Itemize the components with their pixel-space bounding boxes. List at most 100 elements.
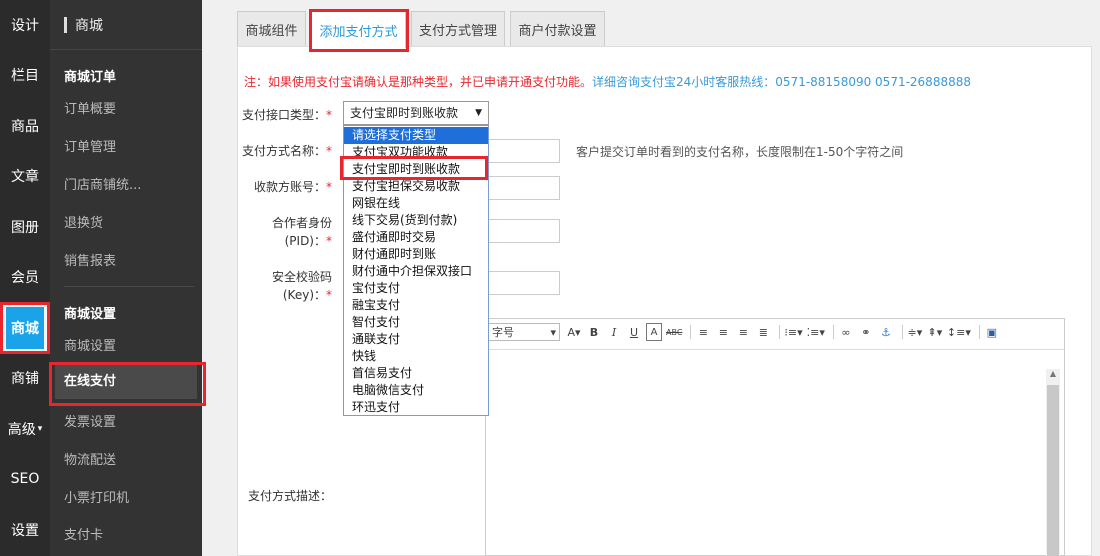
submenu-item-online-payment[interactable]: 在线支付: [55, 365, 197, 399]
option-dinpay[interactable]: 智付支付: [344, 314, 488, 331]
alipay-notice: 注：如果使用支付宝请确认是那种类型，并已申请开通支付功能。详细咨询支付宝24小时…: [244, 73, 971, 90]
toolbar-separator: [978, 325, 980, 339]
payment-type-label: 支付接口类型：*: [241, 108, 332, 122]
rail-label: 设计: [11, 18, 39, 34]
payment-name-label: 支付方式名称：*: [241, 144, 332, 158]
ordered-list-icon[interactable]: ⁝≡▾: [784, 323, 802, 341]
option-allinpay[interactable]: 通联支付: [344, 331, 488, 348]
toolbar-separator: [690, 325, 692, 339]
font-size-select[interactable]: 字号 ▾: [488, 323, 560, 341]
toolbar-separator: [779, 325, 781, 339]
bold-icon[interactable]: B: [586, 323, 602, 341]
underline-icon[interactable]: U: [626, 323, 642, 341]
scrollbar-thumb[interactable]: [1047, 385, 1059, 556]
option-wechat-pc[interactable]: 电脑微信支付: [344, 382, 488, 399]
caret-down-icon: ▾: [37, 424, 43, 434]
rail-item-column[interactable]: 栏目: [0, 50, 50, 100]
option-ips[interactable]: 环迅支付: [344, 399, 488, 416]
unordered-list-icon[interactable]: ⁚≡▾: [807, 323, 825, 341]
submenu-item-invoice[interactable]: 发票设置: [64, 411, 194, 430]
chevron-down-icon: ▼: [475, 108, 482, 118]
rail-label: 图册: [11, 220, 39, 236]
option-alipay-instant[interactable]: 支付宝即时到账收款: [344, 161, 488, 178]
strikethrough-icon[interactable]: ABC: [666, 323, 682, 341]
option-placeholder[interactable]: 请选择支付类型: [344, 127, 488, 144]
submenu-header: 商城: [50, 0, 202, 50]
option-tenpay-instant[interactable]: 财付通即时到账: [344, 246, 488, 263]
rich-text-editor[interactable]: 字号 ▾ A▾ B I U A ABC ≡ ≡ ≡ ≣ ⁝≡▾ ⁚≡▾ ∞ ⚭ ⚓…: [485, 318, 1065, 556]
toolbar-separator: [832, 325, 834, 339]
tab-merchant-payment[interactable]: 商户付款设置: [510, 11, 605, 47]
key-label: 安全校验码 (Key)：*: [271, 270, 332, 302]
description-label: 支付方式描述：: [247, 489, 332, 503]
submenu-item-order-overview[interactable]: 订单概要: [64, 98, 194, 117]
rail-item-shop[interactable]: 商城: [0, 303, 50, 353]
notice-warning: 注：如果使用支付宝请确认是那种类型，并已申请开通支付功能。: [244, 75, 593, 89]
indent-icon[interactable]: ≑▾: [907, 323, 923, 341]
submenu-item-sales-report[interactable]: 销售报表: [64, 250, 194, 269]
rail-item-album[interactable]: 图册: [0, 202, 50, 252]
payment-name-hint: 客户提交订单时看到的支付名称，长度限制在1-50个字符之间: [576, 145, 904, 159]
rail-item-article[interactable]: 文章: [0, 151, 50, 201]
submenu-item-order-manage[interactable]: 订单管理: [64, 136, 194, 155]
link-icon[interactable]: ∞: [838, 323, 854, 341]
payment-type-select[interactable]: 支付宝即时到账收款 ▼: [343, 101, 489, 125]
submenu-item-returns[interactable]: 退换货: [64, 212, 194, 231]
submenu-divider: [64, 286, 194, 287]
option-shengpay[interactable]: 盛付通即时交易: [344, 229, 488, 246]
rail-item-seo[interactable]: SEO: [0, 454, 50, 504]
rail-label: SEO: [10, 471, 40, 487]
rail-label: 商品: [11, 119, 39, 135]
scroll-up-icon[interactable]: ▲: [1046, 369, 1060, 383]
icon-rail: 设计 栏目 商品 文章 图册 会员 商城 商铺 高级 ▾ SEO 设置: [0, 0, 50, 556]
editor-body[interactable]: [486, 349, 1064, 555]
unlink-icon[interactable]: ⚭: [858, 323, 874, 341]
editor-scrollbar[interactable]: ▲: [1046, 369, 1060, 556]
pid-label: 合作者身份 (PID)：*: [271, 216, 332, 248]
italic-icon[interactable]: I: [606, 323, 622, 341]
rail-item-design[interactable]: 设计: [0, 0, 50, 50]
option-reapal[interactable]: 融宝支付: [344, 297, 488, 314]
anchor-icon[interactable]: ⚓: [878, 323, 894, 341]
rail-label: 商城: [6, 307, 44, 349]
option-chinabank[interactable]: 网银在线: [344, 195, 488, 212]
rail-item-product[interactable]: 商品: [0, 101, 50, 151]
align-center-icon[interactable]: ≡: [715, 323, 731, 341]
option-tenpay-escrow[interactable]: 财付通中介担保双接口: [344, 263, 488, 280]
align-left-icon[interactable]: ≡: [695, 323, 711, 341]
submenu: 商城 商城订单 订单概要 订单管理 门店商铺统... 退换货 销售报表 商城设置…: [50, 0, 202, 556]
option-99bill[interactable]: 快钱: [344, 348, 488, 365]
submenu-item-receipt-printer[interactable]: 小票打印机: [64, 487, 194, 506]
tab-add-payment[interactable]: 添加支付方式: [311, 11, 406, 48]
submenu-item-store-stats[interactable]: 门店商铺统...: [64, 174, 194, 193]
tab-shop-components[interactable]: 商城组件: [237, 11, 306, 47]
required-mark: *: [326, 180, 332, 194]
option-alipay-dual[interactable]: 支付宝双功能收款: [344, 144, 488, 161]
notice-hotline: 详细咨询支付宝24小时客服热线：0571-88158090 0571-26888…: [592, 75, 971, 89]
option-offline-cod[interactable]: 线下交易(货到付款): [344, 212, 488, 229]
align-justify-icon[interactable]: ≣: [755, 323, 771, 341]
rail-item-member[interactable]: 会员: [0, 252, 50, 302]
rail-label: 高级: [7, 422, 36, 438]
submenu-item-logistics[interactable]: 物流配送: [64, 449, 194, 468]
submenu-item-shop-settings[interactable]: 商城设置: [64, 335, 194, 354]
align-right-icon[interactable]: ≡: [735, 323, 751, 341]
rail-item-advanced[interactable]: 高级 ▾: [0, 404, 50, 454]
required-mark: *: [326, 144, 332, 158]
font-color-icon[interactable]: A▾: [566, 323, 582, 341]
toolbar-separator: [901, 325, 903, 339]
line-height-icon[interactable]: ↕≡▾: [947, 323, 971, 341]
submenu-item-pay-card[interactable]: 支付卡: [64, 524, 194, 543]
option-baofoo[interactable]: 宝付支付: [344, 280, 488, 297]
editor-toolbar: 字号 ▾ A▾ B I U A ABC ≡ ≡ ≡ ≣ ⁝≡▾ ⁚≡▾ ∞ ⚭ ⚓…: [486, 319, 1064, 345]
paragraph-spacing-icon[interactable]: ⇞▾: [927, 323, 943, 341]
chevron-down-icon: ▾: [550, 325, 556, 339]
payment-type-dropdown: 请选择支付类型 支付宝双功能收款 支付宝即时到账收款 支付宝担保交易收款 网银在…: [343, 125, 489, 416]
font-border-icon[interactable]: A: [646, 323, 662, 341]
preview-icon[interactable]: ▣: [984, 323, 1000, 341]
option-payease[interactable]: 首信易支付: [344, 365, 488, 382]
tab-payment-manage[interactable]: 支付方式管理: [411, 11, 505, 47]
rail-item-store[interactable]: 商铺: [0, 353, 50, 403]
option-alipay-escrow[interactable]: 支付宝担保交易收款: [344, 178, 488, 195]
rail-item-settings[interactable]: 设置: [0, 505, 50, 555]
